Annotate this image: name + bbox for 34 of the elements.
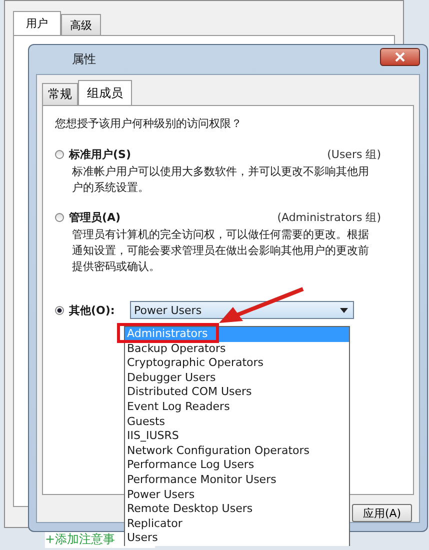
dropdown-item[interactable]: Debugger Users: [125, 370, 349, 386]
tab[interactable]: 组成员: [78, 80, 132, 105]
group-label: (Users 组): [327, 147, 381, 162]
option-description: 管理员有计算机的完全访问权，可以做任何需要的更改。根据通知设置，可能会要求管理员在做出会影响其他用户的更改前提供密码或确认。: [72, 227, 370, 275]
group-label: (Administrators 组): [277, 210, 381, 225]
apply-button[interactable]: 应用(A): [352, 504, 412, 522]
dropdown-item[interactable]: Cryptographic Operators: [125, 356, 349, 371]
tab[interactable]: 高级: [61, 14, 101, 35]
radio-button[interactable]: [55, 306, 64, 314]
option-description: 标准帐户用户可以使用大多数软件，并可以更改不影响其他用户的系统设置。: [72, 164, 370, 196]
dropdown-item[interactable]: IIS_IUSRS: [125, 429, 349, 444]
dropdown-item[interactable]: Network Configuration Operators: [125, 444, 349, 458]
window-title: 属性: [71, 51, 96, 68]
dropdown-item[interactable]: Backup Operators: [125, 342, 349, 356]
dropdown-item[interactable]: Replicator: [125, 516, 349, 532]
dropdown-item[interactable]: Power Users: [125, 488, 349, 502]
tab[interactable]: 用户: [13, 11, 61, 35]
close-button[interactable]: [380, 48, 420, 66]
radio-button[interactable]: [55, 150, 64, 159]
dropdown-item[interactable]: Performance Monitor Users: [125, 472, 349, 488]
close-icon: [395, 52, 405, 62]
dropdown-item[interactable]: Distributed COM Users: [125, 385, 349, 400]
dropdown-item[interactable]: Event Log Readers: [125, 400, 349, 415]
prompt-text: 您想授予该用户何种级别的访问权限？: [55, 116, 243, 131]
radio-button[interactable]: [55, 213, 64, 222]
option-label: 其他(O):: [69, 302, 116, 318]
dropdown-item[interactable]: Performance Log Users: [125, 458, 349, 473]
option-label: 管理员(A): [69, 210, 121, 225]
option-label: 标准用户(S): [69, 147, 131, 162]
dropdown-item[interactable]: Guests: [125, 414, 349, 430]
tab[interactable]: 常规: [42, 83, 78, 105]
dropdown-arrow-icon: [340, 308, 348, 312]
dropdown-item[interactable]: Remote Desktop Users: [125, 502, 349, 517]
group-dropdown[interactable]: Power Users: [130, 301, 354, 319]
